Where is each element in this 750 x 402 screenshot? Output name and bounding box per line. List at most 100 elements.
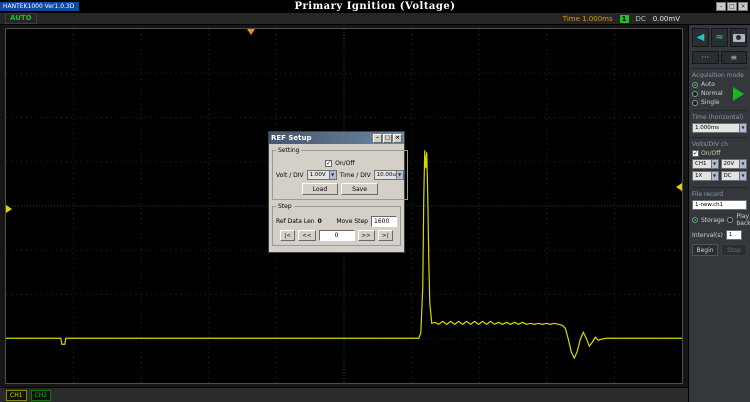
dialog-close-button[interactable]: ×	[393, 134, 402, 143]
move-step-input[interactable]	[371, 216, 397, 227]
load-button[interactable]: Load	[302, 183, 338, 195]
step-group: Step Ref Data Len 0 Move Step |< << >> >…	[272, 203, 401, 246]
step-legend: Step	[276, 203, 294, 210]
step-prev-button[interactable]: <<	[298, 230, 315, 241]
app-window: HANTEK1000 Ver1.0.3D Primary Ignition (V…	[0, 0, 750, 402]
record-label: File record	[692, 191, 747, 198]
minimize-button[interactable]: –	[716, 2, 726, 11]
acq-option-single[interactable]: Single	[692, 99, 733, 106]
step-first-button[interactable]: |<	[280, 230, 295, 241]
timebase-label: Time (horizontal)	[692, 114, 747, 121]
dialog-maximize-button[interactable]: □	[383, 134, 392, 143]
toolbar-row-2: ··· ≡	[692, 51, 747, 64]
acq-option-normal-label: Normal	[701, 90, 723, 97]
record-filename-input[interactable]	[692, 200, 747, 210]
menu-button[interactable]: ≡	[721, 51, 748, 64]
trigger-position-marker[interactable]	[247, 29, 255, 35]
channel-badge: 1	[620, 15, 629, 23]
bottom-bar: CH1 CH2	[0, 387, 688, 402]
chevron-down-icon: ▼	[711, 160, 718, 168]
save-button[interactable]: Save	[341, 183, 378, 195]
setting-group: Setting On/Off Volt / DIV 1.00V ▼ Time /…	[272, 147, 408, 200]
ref-level-marker[interactable]	[676, 183, 682, 191]
channel-onoff-checkbox[interactable]	[692, 150, 699, 157]
time-div-label: Time / DIV	[340, 172, 371, 179]
timebase-select[interactable]: 1.000ms ▼	[692, 123, 747, 133]
ref-volt-div-value: 1.00V	[308, 172, 329, 178]
trigger-level-readout: 0.00mV	[653, 15, 680, 23]
probe-value: 1X	[693, 173, 711, 179]
ref-onoff-checkbox[interactable]	[325, 160, 332, 167]
app-version-label: HANTEK1000 Ver1.0.3D	[0, 2, 79, 11]
status-bar: AUTO Time 1.000ms 1 DC 0.00mV	[0, 13, 750, 25]
acquisition-section: Acquisition mode Auto Normal	[692, 68, 747, 106]
storage-radio[interactable]	[692, 217, 698, 223]
acq-option-auto[interactable]: Auto	[692, 81, 733, 88]
setting-legend: Setting	[276, 147, 301, 154]
playback-radio[interactable]	[727, 217, 733, 223]
dialog-titlebar[interactable]: REF Setup – □ ×	[269, 132, 404, 144]
acq-option-single-label: Single	[701, 99, 719, 106]
acquisition-radio-group: Auto Normal Single	[692, 81, 733, 106]
screenshot-button[interactable]	[730, 28, 747, 47]
ref-time-div-value: 10.00us	[375, 172, 396, 178]
menu-icon: ≡	[730, 54, 737, 62]
window-controls: – □ ×	[716, 2, 750, 11]
ref-data-len-value: 0	[318, 218, 322, 225]
step-next-button[interactable]: >>	[358, 230, 375, 241]
radio-auto[interactable]	[692, 82, 698, 88]
toolbar-row-1: ◀ ≈	[692, 28, 747, 47]
ch2-indicator[interactable]: CH2	[31, 390, 52, 401]
vertical-section: Volts/DIV ch On/Off CH1 ▼ 20V ▼	[692, 137, 747, 183]
start-button[interactable]	[733, 87, 744, 101]
interval-input[interactable]	[726, 230, 742, 240]
ch1-indicator[interactable]: CH1	[6, 390, 27, 401]
ellipsis-icon: ···	[701, 54, 709, 62]
channel-select[interactable]: CH1 ▼	[692, 159, 719, 169]
channel-select-value: CH1	[693, 161, 711, 167]
acquisition-mode-label: Acquisition mode	[692, 72, 747, 79]
trigger-mode-badge: AUTO	[5, 13, 37, 24]
camera-icon	[733, 34, 745, 42]
ref-volt-div-select[interactable]: 1.00V ▼	[307, 170, 337, 180]
dialog-minimize-button[interactable]: –	[373, 134, 382, 143]
ref-onoff-label: On/Off	[335, 160, 354, 167]
ref-data-len-label: Ref Data Len	[276, 218, 315, 225]
autoset-button[interactable]: ≈	[711, 28, 728, 47]
chevron-down-icon: ▼	[396, 171, 403, 179]
volt-div-label: Volt / DIV	[276, 172, 304, 179]
acq-option-normal[interactable]: Normal	[692, 90, 733, 97]
chevron-down-icon: ▼	[739, 172, 746, 180]
interval-label: Interval(s)	[692, 232, 723, 239]
back-arrow-icon: ◀	[697, 33, 705, 43]
chevron-down-icon: ▼	[739, 160, 746, 168]
status-right-cluster: Time 1.000ms 1 DC 0.00mV	[563, 15, 680, 23]
ref-time-div-select[interactable]: 10.00us ▼	[374, 170, 404, 180]
radio-normal[interactable]	[692, 91, 698, 97]
timebase-value: 1.000ms	[693, 125, 739, 131]
volts-div-value: 20V	[722, 161, 740, 167]
close-button[interactable]: ×	[738, 2, 748, 11]
coupling-readout: DC	[636, 15, 646, 23]
step-last-button[interactable]: >|	[378, 230, 393, 241]
coupling-select[interactable]: DC ▼	[721, 171, 748, 181]
chevron-down-icon: ▼	[739, 124, 746, 132]
maximize-button[interactable]: □	[727, 2, 737, 11]
record-section: File record Storage Play back Interval(s…	[692, 187, 747, 256]
playback-label: Play back	[736, 213, 750, 227]
dialog-window-controls: – □ ×	[373, 134, 402, 143]
more-button[interactable]: ···	[692, 51, 719, 64]
volts-div-select[interactable]: 20V ▼	[721, 159, 748, 169]
back-button[interactable]: ◀	[692, 28, 709, 47]
radio-single[interactable]	[692, 100, 698, 106]
coupling-value: DC	[722, 173, 740, 179]
record-begin-button[interactable]: Begin	[692, 244, 718, 256]
probe-select[interactable]: 1X ▼	[692, 171, 719, 181]
titlebar: HANTEK1000 Ver1.0.3D Primary Ignition (V…	[0, 0, 750, 13]
channel-onoff-label: On/Off	[701, 150, 720, 157]
record-stop-button[interactable]: Stop	[721, 244, 747, 256]
step-position-input[interactable]	[319, 230, 355, 241]
chevron-down-icon: ▼	[711, 172, 718, 180]
ch1-ground-marker[interactable]	[6, 205, 12, 213]
vertical-label: Volts/DIV ch	[692, 141, 747, 148]
